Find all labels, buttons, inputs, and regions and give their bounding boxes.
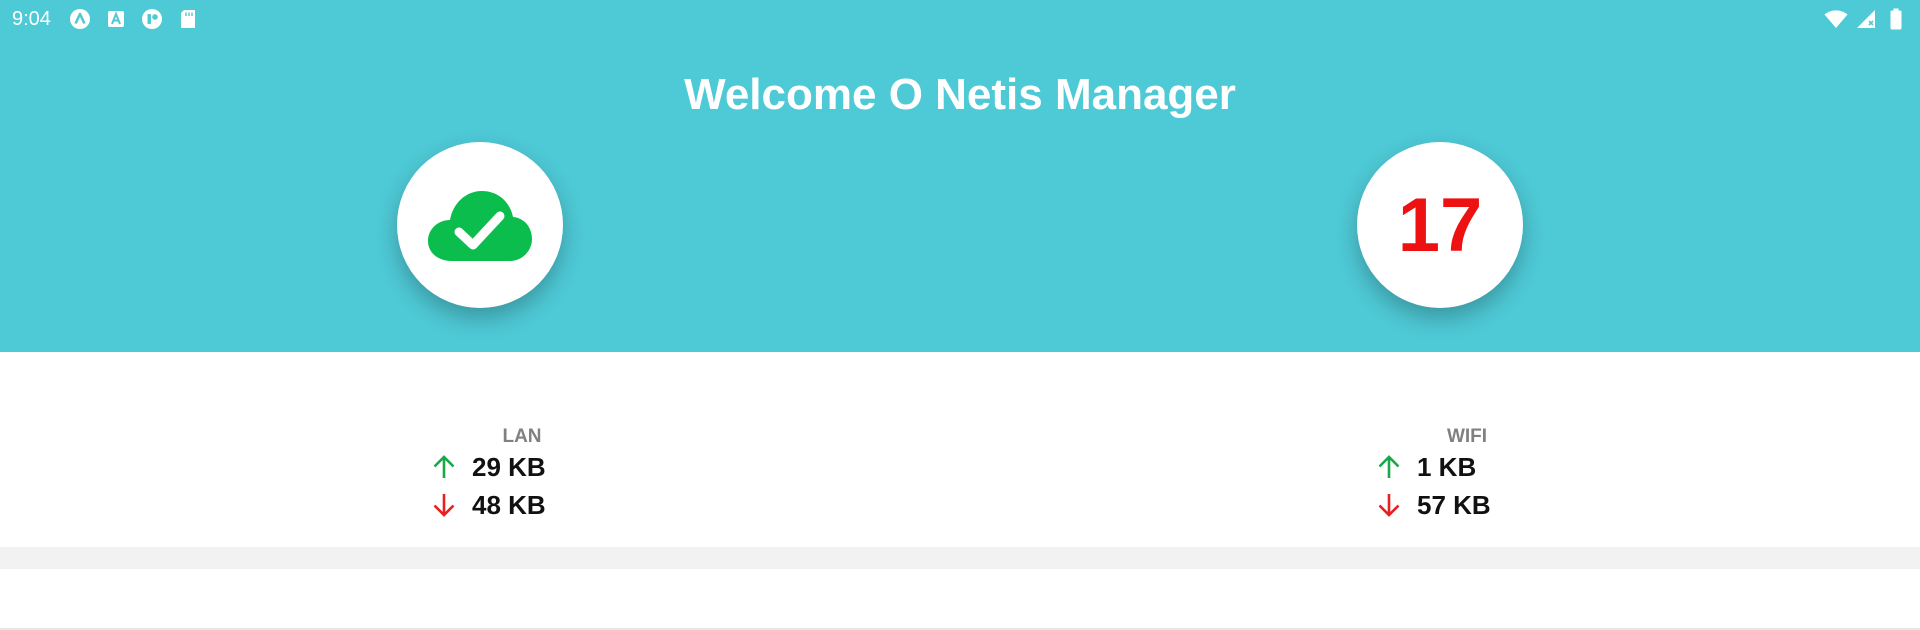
status-bar: 9:04 <box>0 0 1920 38</box>
lan-label: LAN <box>502 426 542 447</box>
lan-upload-value: 29 KB <box>472 451 546 482</box>
wifi-download-value: 57 KB <box>1417 489 1491 520</box>
arrow-down-icon <box>1375 491 1403 519</box>
traffic-card: LAN 29 KB 48 KB WIFI 1 KB 57 KB <box>0 352 1920 547</box>
battery-icon <box>1884 7 1908 31</box>
app-icon-pill <box>140 7 164 31</box>
lan-traffic[interactable]: LAN 29 KB 48 KB <box>430 426 590 524</box>
lan-upload-row: 29 KB <box>430 448 590 486</box>
wifi-upload-value: 1 KB <box>1417 451 1477 482</box>
page-title: Welcome O Netis Manager <box>684 70 1236 119</box>
status-time: 9:04 <box>12 8 51 30</box>
system-icons <box>1824 7 1908 31</box>
section-divider <box>0 547 1920 569</box>
arrow-down-icon <box>430 491 458 519</box>
arrow-up-icon <box>430 453 458 481</box>
device-count-badge[interactable]: 17 <box>1357 142 1523 308</box>
wifi-icon <box>1824 7 1848 31</box>
wifi-label: WIFI <box>1446 426 1488 447</box>
header-panel: 9:04 Welcome O Netis Manager 17 <box>0 0 1920 352</box>
device-count: 17 <box>1397 182 1483 268</box>
notification-icons <box>68 7 200 31</box>
lan-download-row: 48 KB <box>430 486 590 524</box>
bottom-card <box>0 569 1920 630</box>
signal-icon <box>1854 7 1878 31</box>
wifi-upload-row: 1 KB <box>1375 448 1535 486</box>
arrow-up-icon <box>1375 453 1403 481</box>
cloud-check-icon <box>428 191 532 261</box>
connection-status-badge[interactable] <box>397 142 563 308</box>
lan-download-value: 48 KB <box>472 489 546 520</box>
app-screen: 9:04 Welcome O Netis Manager 17 LAN 29 K… <box>0 0 1920 630</box>
sd-card-icon <box>176 7 200 31</box>
app-icon-square-a <box>104 7 128 31</box>
wifi-download-row: 57 KB <box>1375 486 1535 524</box>
app-icon-a <box>68 7 92 31</box>
wifi-traffic[interactable]: WIFI 1 KB 57 KB <box>1375 426 1535 524</box>
